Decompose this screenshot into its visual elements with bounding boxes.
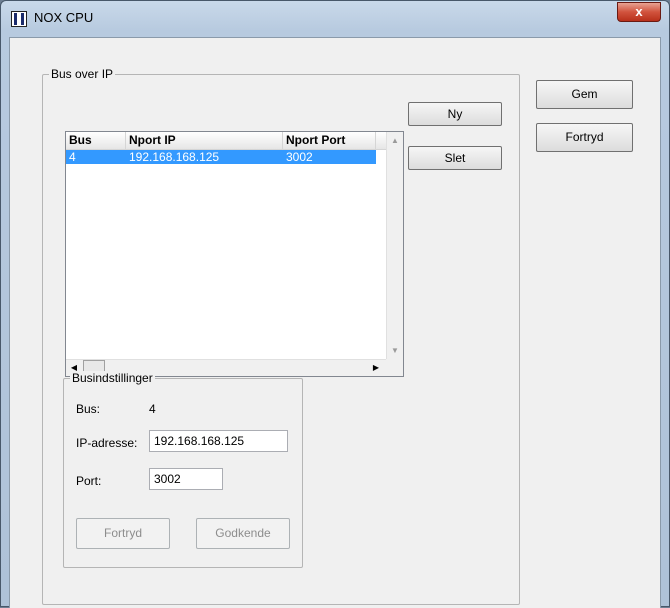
ip-address-field[interactable]: 192.168.168.125 [149,430,288,452]
title-bar[interactable]: NOX CPU x [1,1,669,37]
table-row[interactable]: 4 192.168.168.125 3002 [66,150,376,164]
bus-list-header: Bus Nport IP Nport Port [66,132,386,150]
app-window: NOX CPU x Bus over IP Bus Nport IP Nport… [0,0,670,608]
scroll-right-icon[interactable]: ▶ [368,360,384,376]
bus-over-ip-label: Bus over IP [49,67,116,81]
bus-field-label: Bus: [76,402,101,416]
fortryd-button[interactable]: Fortryd [536,123,633,152]
ip-address-label: IP-adresse: [76,436,138,450]
close-button[interactable]: x [617,2,661,22]
bus-value: 4 [149,402,156,416]
close-icon: x [635,4,643,19]
row-bus-cell: 4 [69,150,76,164]
scroll-up-icon[interactable]: ▲ [387,132,403,149]
port-label: Port: [76,474,102,488]
scroll-corner [386,359,403,376]
row-ip-cell: 192.168.168.125 [129,150,220,164]
ny-button[interactable]: Ny [408,102,502,126]
dialog-client-area: Bus over IP Bus Nport IP Nport Port 4 19… [9,37,661,608]
app-columns-icon [11,11,27,27]
port-field[interactable]: 3002 [149,468,223,490]
bus-list[interactable]: Bus Nport IP Nport Port 4 192.168.168.12… [65,131,404,377]
gem-button[interactable]: Gem [536,80,633,109]
column-header-nport-ip[interactable]: Nport IP [126,132,283,149]
settings-approve-button[interactable]: Godkende [196,518,290,549]
column-header-nport-port[interactable]: Nport Port [283,132,376,149]
slet-button[interactable]: Slet [408,146,502,170]
busindstillinger-label: Busindstillinger [70,371,155,385]
row-port-cell: 3002 [286,150,313,164]
column-header-bus[interactable]: Bus [66,132,126,149]
vertical-scrollbar[interactable]: ▲ ▼ [386,132,403,359]
scroll-down-icon[interactable]: ▼ [387,342,403,359]
window-title: NOX CPU [34,10,94,25]
settings-cancel-button[interactable]: Fortryd [76,518,170,549]
